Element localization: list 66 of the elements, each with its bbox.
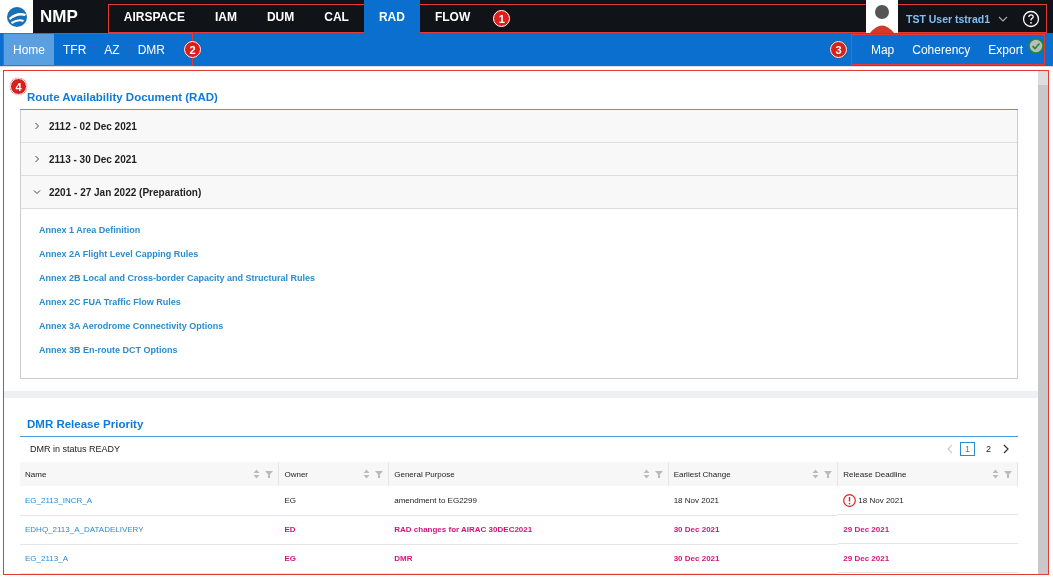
table-cell: amendment to EG2299 (394, 495, 477, 505)
dmr-link[interactable]: EDHQ_2113_A_DATADELIVERY (25, 525, 144, 534)
sort-icon[interactable] (363, 469, 371, 479)
accordion-header[interactable]: 2201 - 27 Jan 2022 (Preparation) (21, 176, 1017, 209)
callout-badge: 2 (184, 41, 201, 58)
table-cell: EG (284, 554, 297, 563)
page-button[interactable]: 2 (981, 442, 996, 456)
accordion-header[interactable]: 2112 - 02 Dec 2021 (21, 110, 1017, 143)
annex-link[interactable]: Annex 2C FUA Traffic Flow Rules (39, 295, 999, 310)
table-cell: 30 Dec 2021 (673, 525, 720, 534)
dmr-link[interactable]: EG_2113_A (25, 554, 68, 563)
page-button[interactable]: 1 (959, 442, 975, 456)
chevron-down-icon[interactable] (998, 15, 1008, 22)
nav-tab[interactable]: TFR (54, 34, 96, 65)
accordion-header[interactable]: 2113 - 30 Dec 2021 (21, 143, 1017, 176)
filter-icon[interactable] (265, 470, 274, 478)
nav-tab[interactable]: IAM (199, 0, 252, 33)
chevron-right-icon[interactable] (33, 122, 41, 130)
table-cell: EG (284, 495, 297, 505)
table-cell: 29 Dec 2021 (843, 524, 890, 534)
help-icon[interactable] (1022, 9, 1040, 28)
table-cell: 30 Dec 2021 (673, 554, 720, 563)
table-cell: DMR (394, 554, 413, 563)
nav-tab[interactable]: FLOW (419, 0, 486, 33)
annex-link[interactable]: Annex 1 Area Definition (39, 223, 999, 238)
next-page-icon[interactable] (1002, 444, 1010, 454)
filter-icon[interactable] (375, 470, 384, 478)
table-cell: 18 Nov 2021 (858, 495, 904, 505)
nav-tab[interactable]: DMR (128, 34, 174, 65)
nav-tab[interactable]: CAL (309, 0, 364, 33)
table-cell: RAD changes for AIRAC 30DEC2021 (394, 525, 533, 534)
nav-link[interactable]: Coherency (903, 42, 980, 57)
nav-tab[interactable]: Home (4, 34, 54, 65)
column-header[interactable]: General Purpose (389, 462, 669, 486)
sort-icon[interactable] (253, 469, 261, 479)
filter-icon[interactable] (824, 470, 833, 478)
logo-icon (0, 0, 33, 33)
app-name: NMP (40, 6, 78, 27)
sort-icon[interactable] (642, 469, 650, 479)
nav-tab[interactable]: DUM (251, 0, 310, 33)
table-cell: 29 Dec 2021 (843, 553, 890, 563)
callout-badge: 3 (829, 41, 847, 58)
column-header[interactable]: Release Deadline (838, 462, 1018, 486)
dmr-link[interactable]: EG_2113_INCR_A (25, 495, 92, 505)
filter-icon[interactable] (1004, 470, 1012, 478)
annex-link[interactable]: Annex 3A Aerodrome Connectivity Options (39, 319, 999, 334)
table-cell: 18 Nov 2021 (673, 495, 720, 505)
table-cell: ED (284, 525, 296, 534)
nav-tab[interactable]: AIRSPACE (108, 0, 200, 33)
chevron-right-icon[interactable] (33, 155, 41, 163)
table-caption: DMR in status READY (30, 444, 121, 454)
annex-link[interactable]: Annex 2B Local and Cross-border Capacity and Structural Rules (39, 271, 999, 286)
previous-page-icon[interactable] (945, 444, 954, 454)
callout-badge: 1 (493, 10, 511, 27)
section-title: DMR Release Priority (20, 418, 1018, 437)
nav-link[interactable]: Export (979, 42, 1032, 57)
sort-icon[interactable] (812, 469, 820, 479)
nav-tab[interactable]: RAD (363, 0, 420, 33)
annex-link[interactable]: Annex 2A Flight Level Capping Rules (39, 247, 999, 262)
nav-tab[interactable]: AZ (95, 34, 129, 65)
avatar-icon (865, 0, 898, 33)
nav-link[interactable]: Map (861, 42, 904, 57)
sort-icon[interactable] (992, 469, 999, 479)
annex-link[interactable]: Annex 3B En-route DCT Options (39, 343, 999, 358)
filter-icon[interactable] (654, 470, 663, 478)
user-menu[interactable]: TST User tstrad1 (905, 12, 990, 25)
